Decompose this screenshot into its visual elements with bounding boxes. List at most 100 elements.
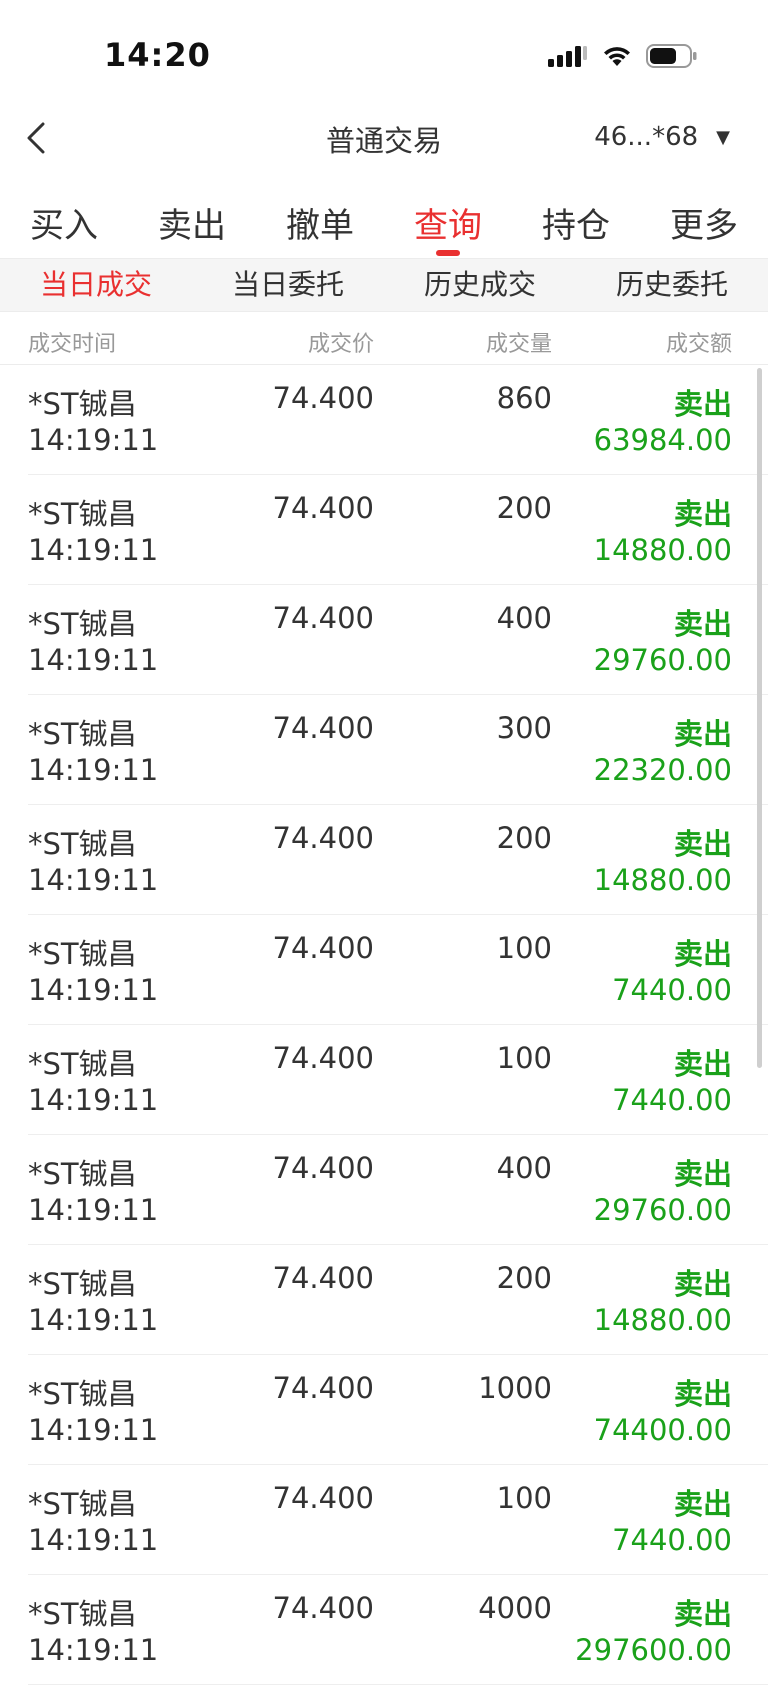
trade-qty: 860 (496, 381, 552, 415)
trade-qty: 4000 (478, 1591, 552, 1625)
nav-bar: 普通交易 46...*68 ▼ (0, 110, 768, 166)
trade-qty: 100 (496, 931, 552, 965)
trade-list: *ST铖昌 14:19:11 74.400 860 卖出 63984.00 *S… (0, 365, 768, 1685)
table-row[interactable]: *ST铖昌 14:19:11 74.400 860 卖出 63984.00 (28, 365, 768, 475)
trade-time: 14:19:11 (28, 1633, 159, 1667)
trade-price: 74.400 (272, 381, 374, 415)
header-time: 成交时间 (28, 332, 117, 357)
trade-price: 74.400 (272, 711, 374, 745)
trade-price: 74.400 (272, 1371, 374, 1405)
tab-cancel[interactable]: 撤单 (256, 176, 384, 256)
table-header: 成交时间 成交价 成交量 成交额 (0, 312, 768, 365)
trade-qty: 200 (496, 491, 552, 525)
table-row[interactable]: *ST铖昌 14:19:11 74.400 1000 卖出 74400.00 (28, 1355, 768, 1465)
trade-side: 卖出 (673, 937, 732, 971)
trade-price: 74.400 (272, 1481, 374, 1515)
trade-amount: 14880.00 (593, 533, 732, 567)
trade-price: 74.400 (272, 601, 374, 635)
stock-name: *ST铖昌 (28, 827, 137, 861)
trade-qty: 200 (496, 1261, 552, 1295)
trade-qty: 100 (496, 1481, 552, 1515)
table-row[interactable]: *ST铖昌 14:19:11 74.400 100 卖出 7440.00 (28, 1025, 768, 1135)
trade-price: 74.400 (272, 931, 374, 965)
trade-amount: 29760.00 (593, 1193, 732, 1227)
table-row[interactable]: *ST铖昌 14:19:11 74.400 300 卖出 22320.00 (28, 695, 768, 805)
trade-time: 14:19:11 (28, 863, 159, 897)
trade-amount: 74400.00 (593, 1413, 732, 1447)
trade-price: 74.400 (272, 491, 374, 525)
trade-price: 74.400 (272, 1261, 374, 1295)
trade-side: 卖出 (673, 1157, 732, 1191)
tab-positions[interactable]: 持仓 (512, 176, 640, 256)
stock-name: *ST铖昌 (28, 937, 137, 971)
stock-name: *ST铖昌 (28, 1157, 137, 1191)
main-tabs: 买入 卖出 撤单 查询 持仓 更多 (0, 176, 768, 256)
tab-buy[interactable]: 买入 (0, 176, 128, 256)
trade-side: 卖出 (673, 1377, 732, 1411)
trade-amount: 14880.00 (593, 863, 732, 897)
trade-qty: 400 (496, 1151, 552, 1185)
trade-side: 卖出 (673, 1487, 732, 1521)
table-row[interactable]: *ST铖昌 14:19:11 74.400 100 卖出 7440.00 (28, 915, 768, 1025)
subtab-today-trades[interactable]: 当日成交 (0, 259, 192, 311)
table-row[interactable]: *ST铖昌 14:19:11 74.400 200 卖出 14880.00 (28, 1245, 768, 1355)
wifi-icon (604, 47, 630, 66)
trade-side: 卖出 (673, 1267, 732, 1301)
stock-name: *ST铖昌 (28, 387, 137, 421)
trade-price: 74.400 (272, 1591, 374, 1625)
trade-time: 14:19:11 (28, 973, 159, 1007)
trade-side: 卖出 (673, 607, 732, 641)
stock-name: *ST铖昌 (28, 1267, 137, 1301)
stock-name: *ST铖昌 (28, 1377, 137, 1411)
trade-amount: 297600.00 (575, 1633, 732, 1667)
cellular-signal-icon (548, 46, 587, 67)
table-row[interactable]: *ST铖昌 14:19:11 74.400 200 卖出 14880.00 (28, 805, 768, 915)
account-selector[interactable]: 46...*68 ▼ (594, 122, 730, 152)
stock-name: *ST铖昌 (28, 717, 137, 751)
trade-amount: 22320.00 (593, 753, 732, 787)
trade-qty: 1000 (478, 1371, 552, 1405)
trade-side: 卖出 (673, 827, 732, 861)
stock-name: *ST铖昌 (28, 1597, 137, 1631)
stock-name: *ST铖昌 (28, 497, 137, 531)
trade-amount: 7440.00 (612, 1523, 732, 1557)
trade-time: 14:19:11 (28, 533, 159, 567)
trade-time: 14:19:11 (28, 643, 159, 677)
subtab-history-orders[interactable]: 历史委托 (576, 259, 768, 311)
trade-qty: 300 (496, 711, 552, 745)
trade-amount: 7440.00 (612, 1083, 732, 1117)
trade-time: 14:19:11 (28, 1083, 159, 1117)
trade-qty: 100 (496, 1041, 552, 1075)
trade-time: 14:19:11 (28, 1523, 159, 1557)
status-icons (548, 42, 698, 70)
trade-side: 卖出 (673, 1047, 732, 1081)
header-qty: 成交量 (485, 332, 552, 357)
table-row[interactable]: *ST铖昌 14:19:11 74.400 200 卖出 14880.00 (28, 475, 768, 585)
trade-side: 卖出 (673, 1597, 732, 1631)
trade-time: 14:19:11 (28, 1303, 159, 1337)
trade-side: 卖出 (673, 387, 732, 421)
trade-amount: 14880.00 (593, 1303, 732, 1337)
active-tab-indicator (436, 250, 460, 256)
header-amount: 成交额 (665, 332, 732, 357)
trade-time: 14:19:11 (28, 1193, 159, 1227)
trade-time: 14:19:11 (28, 1413, 159, 1447)
subtab-today-orders[interactable]: 当日委托 (192, 259, 384, 311)
table-row[interactable]: *ST铖昌 14:19:11 74.400 100 卖出 7440.00 (28, 1465, 768, 1575)
trade-qty: 200 (496, 821, 552, 855)
trade-side: 卖出 (673, 497, 732, 531)
battery-icon (646, 44, 697, 68)
caret-down-icon: ▼ (716, 126, 730, 148)
status-bar: 14:20 (0, 0, 768, 110)
tab-query[interactable]: 查询 (384, 176, 512, 256)
tab-sell[interactable]: 卖出 (128, 176, 256, 256)
account-number: 46...*68 (594, 122, 699, 152)
trade-time: 14:19:11 (28, 753, 159, 787)
subtab-history-trades[interactable]: 历史成交 (384, 259, 576, 311)
tab-more[interactable]: 更多 (640, 176, 768, 256)
table-row[interactable]: *ST铖昌 14:19:11 74.400 400 卖出 29760.00 (28, 1135, 768, 1245)
list-scrollbar[interactable] (757, 368, 762, 1068)
trade-price: 74.400 (272, 1041, 374, 1075)
table-row[interactable]: *ST铖昌 14:19:11 74.400 400 卖出 29760.00 (28, 585, 768, 695)
stock-name: *ST铖昌 (28, 1047, 137, 1081)
